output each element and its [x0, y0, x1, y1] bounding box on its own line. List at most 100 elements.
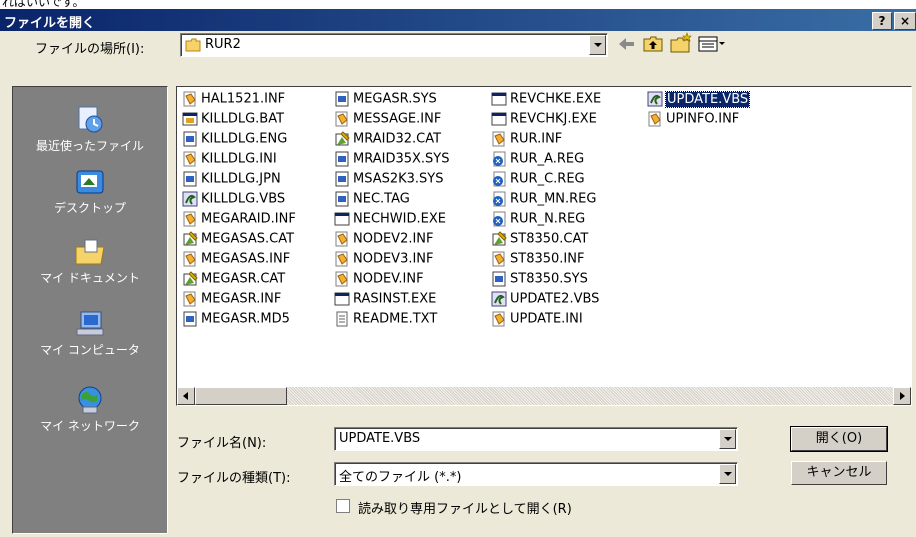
- file-list[interactable]: HAL1521.INF KILLDLG.BAT KILLDLG.ENG KILLDLG…: [176, 86, 912, 406]
- file-item[interactable]: MSAS2K3.SYS: [334, 171, 444, 191]
- file-item[interactable]: MEGASR.INF: [182, 291, 281, 311]
- file-exe-icon: [491, 111, 507, 127]
- file-item[interactable]: ST8350.CAT: [491, 231, 588, 251]
- place-recent[interactable]: 最近使ったファイル: [13, 105, 167, 154]
- file-item[interactable]: README.TXT: [334, 311, 437, 331]
- file-sys-icon: [334, 151, 350, 167]
- file-inf-icon: [182, 151, 198, 167]
- file-item[interactable]: UPINFO.INF: [647, 111, 739, 131]
- scroll-left-button[interactable]: [177, 387, 195, 405]
- file-name: REVCHKJ.EXE: [510, 111, 597, 127]
- file-item[interactable]: NODEV3.INF: [334, 251, 434, 271]
- file-item[interactable]: MEGASAS.INF: [182, 251, 290, 271]
- look-in-combo[interactable]: RUR2: [180, 33, 608, 57]
- file-item[interactable]: KILLDLG.ENG: [182, 131, 287, 151]
- my-computer-icon: [76, 311, 104, 336]
- file-item[interactable]: KILLDLG.BAT: [182, 111, 284, 131]
- file-item[interactable]: UPDATE.INI: [491, 311, 583, 331]
- file-item[interactable]: NODEV.INF: [334, 271, 424, 291]
- file-vbs-icon: [182, 191, 198, 207]
- file-item[interactable]: NODEV2.INF: [334, 231, 434, 251]
- file-name: UPDATE2.VBS: [510, 291, 600, 307]
- file-exe-icon: [334, 211, 350, 227]
- file-name: ST8350.CAT: [510, 231, 589, 247]
- file-name: RUR_A.REG: [510, 151, 585, 167]
- open-file-dialog: ればいいです。 ファイルを開く ? × ファイルの場所(I): RUR2 最近使…: [0, 0, 916, 537]
- file-name: MEGASR.SYS: [353, 91, 437, 107]
- horizontal-scrollbar[interactable]: [177, 387, 911, 405]
- filename-input[interactable]: UPDATE.VBS: [334, 427, 738, 451]
- place-my-network[interactable]: マイ ネットワーク: [13, 385, 167, 434]
- readonly-label[interactable]: 読み取り専用ファイルとして開く(R): [358, 498, 572, 517]
- file-name: MEGASAS.CAT: [201, 231, 295, 247]
- file-item[interactable]: MEGASR.SYS: [334, 91, 437, 111]
- arrow-left-icon: [183, 392, 188, 400]
- file-item[interactable]: HAL1521.INF: [182, 91, 285, 111]
- file-item[interactable]: RUR_A.REG: [491, 151, 584, 171]
- scrollbar-thumb[interactable]: [195, 387, 287, 405]
- file-item[interactable]: ST8350.INF: [491, 251, 584, 271]
- open-button[interactable]: 開く(O): [790, 426, 888, 452]
- file-item[interactable]: RUR_MN.REG: [491, 191, 596, 211]
- file-name: UPDATE.INI: [510, 311, 583, 327]
- cancel-button[interactable]: キャンセル: [791, 461, 887, 485]
- file-item[interactable]: ST8350.SYS: [491, 271, 588, 291]
- place-my-computer[interactable]: マイ コンピュータ: [13, 309, 167, 358]
- close-button[interactable]: ×: [894, 12, 916, 30]
- file-inf-icon: [491, 311, 507, 327]
- file-cat-icon: [334, 131, 350, 147]
- file-item[interactable]: MESSAGE.INF: [334, 111, 441, 131]
- arrow-right-icon: [900, 392, 905, 400]
- file-item[interactable]: REVCHKE.EXE: [491, 91, 601, 111]
- file-item[interactable]: MEGASR.MD5: [182, 311, 290, 331]
- file-item[interactable]: MEGARAID.INF: [182, 211, 296, 231]
- file-item[interactable]: REVCHKJ.EXE: [491, 111, 597, 131]
- file-item[interactable]: KILLDLG.VBS: [182, 191, 285, 211]
- look-in-value: RUR2: [205, 37, 241, 52]
- place-desktop[interactable]: デスクトップ: [13, 167, 167, 216]
- file-name: RUR_MN.REG: [510, 191, 597, 207]
- file-item[interactable]: RASINST.EXE: [334, 291, 436, 311]
- filename-value: UPDATE.VBS: [339, 431, 421, 446]
- file-name: RUR.INF: [510, 131, 563, 147]
- file-item[interactable]: KILLDLG.INI: [182, 151, 277, 171]
- place-label: マイ ドキュメント: [40, 271, 140, 285]
- place-label: マイ ネットワーク: [40, 419, 140, 433]
- file-item[interactable]: NEC.TAG: [334, 191, 410, 211]
- filetype-select[interactable]: 全てのファイル (*.*): [334, 462, 738, 486]
- back-arrow-icon[interactable]: [615, 34, 637, 54]
- new-folder-icon[interactable]: [669, 32, 693, 54]
- filename-dropdown-button[interactable]: [719, 429, 736, 449]
- file-item[interactable]: NECHWID.EXE: [334, 211, 446, 231]
- file-item[interactable]: MEGASAS.CAT: [182, 231, 294, 251]
- file-item[interactable]: RUR_N.REG: [491, 211, 585, 231]
- filetype-dropdown-button[interactable]: [719, 464, 736, 484]
- up-folder-icon[interactable]: [642, 34, 664, 54]
- file-cat-icon: [491, 231, 507, 247]
- view-menu-icon[interactable]: [697, 34, 727, 54]
- file-vbs-icon: [491, 291, 507, 307]
- readonly-checkbox[interactable]: [336, 499, 350, 513]
- file-name: MESSAGE.INF: [353, 111, 442, 127]
- my-documents-icon: [75, 239, 105, 265]
- file-item[interactable]: MEGASR.CAT: [182, 271, 285, 291]
- file-inf-icon: [647, 111, 663, 127]
- look-in-dropdown-button[interactable]: [589, 35, 606, 55]
- file-item[interactable]: UPDATE.VBS: [647, 90, 751, 111]
- file-name: NODEV.INF: [353, 271, 424, 287]
- file-inf-icon: [334, 271, 350, 287]
- look-in-label: ファイルの場所(I):: [35, 42, 145, 57]
- file-name: MRAID32.CAT: [353, 131, 442, 147]
- file-item[interactable]: KILLDLG.JPN: [182, 171, 281, 191]
- file-item[interactable]: MRAID32.CAT: [334, 131, 441, 151]
- help-button[interactable]: ?: [872, 12, 892, 30]
- title-bar[interactable]: ファイルを開く ? ×: [0, 9, 916, 31]
- place-my-documents[interactable]: マイ ドキュメント: [13, 237, 167, 286]
- file-item[interactable]: MRAID35X.SYS: [334, 151, 449, 171]
- file-inf-icon: [182, 211, 198, 227]
- file-item[interactable]: RUR_C.REG: [491, 171, 585, 191]
- file-item[interactable]: RUR.INF: [491, 131, 562, 151]
- scroll-right-button[interactable]: [893, 387, 911, 405]
- file-cat-icon: [182, 231, 198, 247]
- file-item[interactable]: UPDATE2.VBS: [491, 291, 599, 311]
